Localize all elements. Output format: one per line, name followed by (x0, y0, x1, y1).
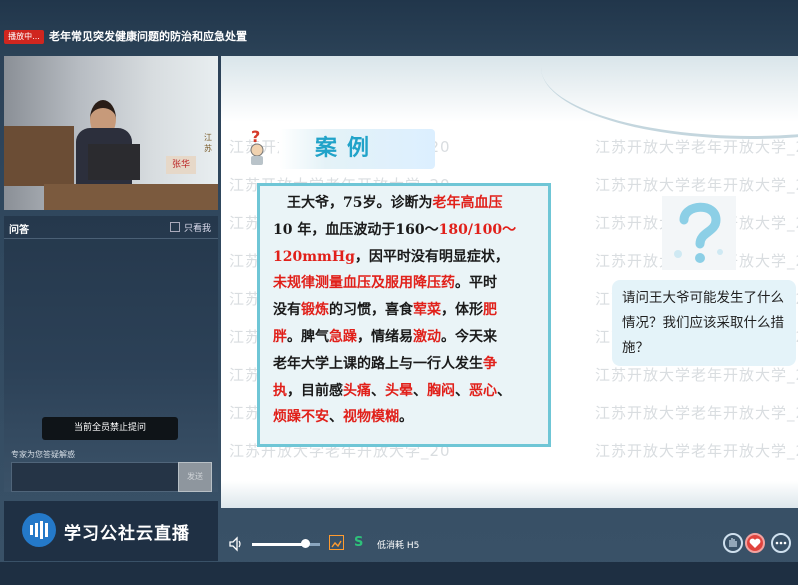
case-text-segment: 王大爷，75岁。诊断为 (273, 195, 433, 211)
watermark-text: 江苏开放大学老年开放大学_20 (595, 442, 798, 460)
case-title: 案例 (279, 129, 435, 169)
volume-knob[interactable] (301, 539, 311, 548)
case-line: 胖。脾气急躁，情绪易激动。今天来 (273, 324, 547, 351)
case-text-segment: 、 (329, 409, 343, 426)
case-text-segment: 的习惯，喜食 (329, 302, 413, 319)
case-line: 执，目前感头痛、头晕、胸闷、恶心、 (273, 378, 547, 405)
highlight-text: 恶心 (469, 382, 497, 399)
case-description: 王大爷，75岁。诊断为老年高血压 10 年，血压波动于160～180/100～ 12… (273, 190, 547, 431)
divider (4, 238, 218, 239)
case-text-segment: 、 (455, 382, 469, 399)
case-text-segment: 、 (413, 382, 427, 399)
highlight-text: 激动 (413, 328, 441, 345)
highlight-text: 头痛 (343, 382, 371, 399)
case-text-segment: 老年大学上课的路上与一行人发生 (273, 355, 483, 372)
only-me-label: 只看我 (184, 224, 212, 234)
volume-icon[interactable] (228, 536, 244, 552)
highlight-text: 争 (483, 355, 497, 372)
case-line: 10 年，血压波动于160～180/100～ (273, 217, 547, 244)
case-text-segment: 。 (399, 409, 413, 426)
watermark-text: 江苏开放大学老年开放大学_20 (595, 138, 798, 156)
live-status-badge: 播放中... (4, 30, 44, 44)
highlight-text: 急躁 (329, 328, 357, 345)
case-text-segment: 、 (497, 382, 511, 399)
highlight-text: 胸闷 (427, 382, 455, 399)
qa-title: 问答 (9, 225, 29, 236)
case-text-segment: ，情绪易 (357, 328, 413, 345)
only-me-toggle[interactable]: 只看我 (170, 221, 211, 234)
more-options-icon[interactable] (771, 533, 791, 553)
highlight-text: 胖 (273, 328, 287, 345)
case-line: 未规律测量血压及服用降压药。平时 (273, 270, 547, 297)
case-line: 没有锻炼的习惯，喜食荤菜，体形肥 (273, 297, 547, 324)
speaker-video[interactable]: 张华 江苏 (4, 56, 218, 210)
slide-footer-band (221, 481, 798, 508)
questions-banned-notice: 当前全员禁止提问 (42, 417, 178, 440)
case-line: 120mmHg，因平时没有明显症状， (273, 244, 547, 271)
question-callout: 请问王大爷可能发生了什么情况？我们应该采取什么措施？ (612, 280, 796, 366)
question-text: 请问王大爷可能发生了什么情况？我们应该采取什么措施？ (622, 290, 784, 356)
watermark-text: 江苏开放大学老年开放大学_20 (595, 366, 798, 384)
highlight-text: 烦躁不安 (273, 409, 329, 426)
case-text-segment: ，因平时没有明显症状， (354, 248, 509, 265)
case-text-segment: 。平时 (455, 275, 497, 292)
highlight-text: 180/100～ (438, 221, 517, 238)
page-title: 老年常见突发健康问题的防治和应急处置 (49, 30, 247, 43)
highlight-text: 未规律测量血压及服用降压药 (273, 275, 455, 292)
case-line: 老年大学上课的路上与一行人发生争 (273, 351, 547, 378)
laptop (88, 144, 140, 180)
low-power-mode-label[interactable]: 低消耗 H5 (377, 538, 419, 551)
question-mark-icon (662, 196, 736, 270)
highlight-text: 肥 (483, 302, 497, 319)
highlight-text: 120mmHg (273, 248, 355, 265)
highlight-text: 视物模糊 (343, 409, 399, 426)
video-corner-text: 江苏 (204, 133, 212, 153)
case-line: 烦躁不安、视物模糊。 (273, 404, 547, 431)
brand-logo-icon (22, 513, 56, 547)
sync-icon[interactable]: S (354, 535, 363, 550)
like-heart-icon[interactable] (745, 533, 765, 553)
slide-header-band (221, 56, 798, 139)
send-button[interactable]: 发送 (178, 462, 212, 492)
header-bar (0, 0, 798, 56)
hand-raise-icon[interactable] (723, 533, 743, 553)
case-text-segment: 没有 (273, 302, 301, 319)
watermark-text: 江苏开放大学老年开放大学_20 (595, 176, 798, 194)
volume-level-fill (252, 543, 306, 546)
highlight-text: 老年高血压 (432, 195, 503, 211)
case-text-segment: 。今天来 (441, 328, 497, 345)
video-shelf (4, 126, 74, 186)
case-text-segment: 10 年，血压波动于160～ (273, 221, 439, 238)
thinking-person-icon: ? (250, 128, 264, 165)
highlight-text: 执 (273, 382, 287, 399)
bottom-strip (0, 562, 798, 585)
checkbox-icon[interactable] (170, 222, 180, 232)
highlight-text: 锻炼 (301, 302, 329, 319)
highlight-text: 荤菜 (413, 302, 441, 319)
case-text-segment: 、 (371, 382, 385, 399)
case-text-segment: ，体形 (441, 302, 483, 319)
case-line: 王大爷，75岁。诊断为老年高血压 (273, 190, 547, 217)
question-input[interactable] (11, 462, 180, 492)
expert-label: 专家为您答疑解惑 (11, 450, 75, 459)
speaker-name-card: 张华 (166, 156, 196, 174)
watermark-text: 江苏开放大学老年开放大学_20 (595, 404, 798, 422)
case-text-segment: 。脾气 (287, 328, 329, 345)
video-desk (44, 184, 218, 210)
svg-text:?: ? (251, 128, 260, 146)
highlight-text: 头晕 (385, 382, 413, 399)
send-label: 发送 (187, 472, 203, 481)
case-text-segment: ，目前感 (287, 382, 343, 399)
stats-icon[interactable] (329, 535, 344, 550)
brand-name: 学习公社云直播 (64, 524, 190, 544)
